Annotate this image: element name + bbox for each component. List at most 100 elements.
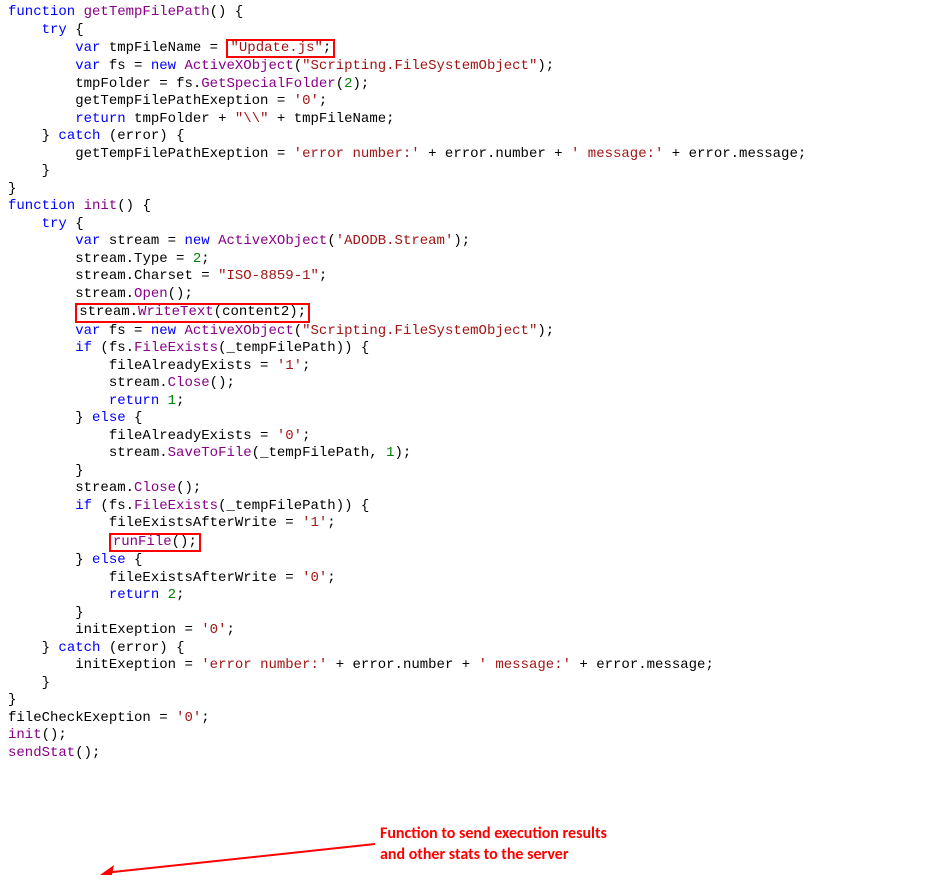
kw-catch: catch xyxy=(58,128,100,144)
str-backslash: "\\" xyxy=(235,111,269,127)
fn-ActiveXObject: ActiveXObject xyxy=(185,58,294,74)
highlight-box-writetext: stream.WriteText(content2); xyxy=(75,303,310,322)
kw-return: return xyxy=(75,111,125,127)
ident-fileAlreadyExists: fileAlreadyExists xyxy=(109,428,252,444)
annotation-line1: Function to send execution results xyxy=(380,824,607,845)
ident-error: error xyxy=(353,657,395,673)
ident-tmpFileName: tmpFileName xyxy=(109,40,201,56)
ident-tmpFolder: tmpFolder xyxy=(75,76,151,92)
ident-error: error xyxy=(117,128,159,144)
highlight-box-update-js: "Update.js"; xyxy=(226,39,335,58)
fn-SaveToFile: SaveToFile xyxy=(168,445,252,461)
ident-fs: fs xyxy=(109,58,126,74)
fn-init-call: init xyxy=(8,727,42,743)
str-fso: "Scripting.FileSystemObject" xyxy=(302,323,537,339)
kw-function: function xyxy=(8,198,75,214)
ident-stream: stream xyxy=(79,304,129,320)
num-2: 2 xyxy=(344,76,352,92)
num-2: 2 xyxy=(168,587,176,603)
ident-stream: stream xyxy=(75,251,125,267)
ident-error: error xyxy=(596,657,638,673)
ident-fs: fs xyxy=(176,76,193,92)
prop-number: number xyxy=(495,146,545,162)
prop-Charset: Charset xyxy=(134,268,193,284)
ident-error: error xyxy=(117,640,159,656)
prop-Type: Type xyxy=(134,251,168,267)
kw-var: var xyxy=(75,323,100,339)
fn-GetSpecialFolder: GetSpecialFolder xyxy=(201,76,335,92)
kw-var: var xyxy=(75,40,100,56)
ident-fileExistsAfterWrite: fileExistsAfterWrite xyxy=(109,570,277,586)
kw-else: else xyxy=(92,410,126,426)
str-zero: '0' xyxy=(277,428,302,444)
num-2: 2 xyxy=(193,251,201,267)
str-one: '1' xyxy=(277,358,302,374)
ident-getTempFilePathExeption: getTempFilePathExeption xyxy=(75,93,268,109)
kw-var: var xyxy=(75,233,100,249)
annotation-line2: and other stats to the server xyxy=(380,845,607,866)
ident-fileAlreadyExists: fileAlreadyExists xyxy=(109,358,252,374)
ident-initExeption: initExeption xyxy=(75,622,176,638)
str-one: '1' xyxy=(302,515,327,531)
ident-initExeption: initExeption xyxy=(75,657,176,673)
ident-tmpFileName: tmpFileName xyxy=(294,111,386,127)
kw-new: new xyxy=(151,323,176,339)
ident-stream: stream xyxy=(109,445,159,461)
str-error-number: 'error number:' xyxy=(294,146,420,162)
fn-sendStat-call: sendStat xyxy=(8,745,75,761)
fn-FileExists: FileExists xyxy=(134,340,218,356)
kw-var: var xyxy=(75,58,100,74)
str-zero: '0' xyxy=(176,710,201,726)
ident-stream: stream xyxy=(75,286,125,302)
kw-if: if xyxy=(75,498,92,514)
prop-number: number xyxy=(403,657,453,673)
ident-fs: fs xyxy=(109,323,126,339)
annotation-arrow xyxy=(100,840,390,880)
num-1: 1 xyxy=(386,445,394,461)
kw-else: else xyxy=(92,552,126,568)
code-block: function getTempFilePath() { try { var t… xyxy=(8,4,939,762)
kw-new: new xyxy=(151,58,176,74)
ident-tempFilePath: _tempFilePath xyxy=(260,445,369,461)
str-update-js: "Update.js" xyxy=(230,40,322,56)
str-zero: '0' xyxy=(302,570,327,586)
kw-try: try xyxy=(42,216,67,232)
ident-tempFilePath: _tempFilePath xyxy=(226,340,335,356)
ident-content2: content2 xyxy=(222,304,289,320)
annotation-text: Function to send execution results and o… xyxy=(380,824,607,866)
fn-WriteText: WriteText xyxy=(138,304,214,320)
kw-function: function xyxy=(8,4,75,20)
ident-error: error xyxy=(689,146,731,162)
str-zero: '0' xyxy=(201,622,226,638)
str-error-number: 'error number:' xyxy=(201,657,327,673)
str-adodb: 'ADODB.Stream' xyxy=(336,233,454,249)
ident-tempFilePath: _tempFilePath xyxy=(226,498,335,514)
ident-stream: stream xyxy=(109,375,159,391)
ident-stream: stream xyxy=(109,233,159,249)
fn-init: init xyxy=(84,198,118,214)
fn-ActiveXObject: ActiveXObject xyxy=(185,323,294,339)
str-fso: "Scripting.FileSystemObject" xyxy=(302,58,537,74)
str-zero: '0' xyxy=(294,93,319,109)
highlight-box-runfile: runFile(); xyxy=(109,533,201,552)
fn-ActiveXObject: ActiveXObject xyxy=(218,233,327,249)
fn-Open: Open xyxy=(134,286,168,302)
str-iso: "ISO-8859-1" xyxy=(218,268,319,284)
fn-Close: Close xyxy=(134,480,176,496)
ident-fs: fs xyxy=(109,340,126,356)
kw-if: if xyxy=(75,340,92,356)
ident-fileCheckExeption: fileCheckExeption xyxy=(8,710,151,726)
str-message: ' message:' xyxy=(571,146,663,162)
kw-try: try xyxy=(42,22,67,38)
prop-message: message xyxy=(647,657,706,673)
ident-fs: fs xyxy=(109,498,126,514)
ident-tmpFolder: tmpFolder xyxy=(134,111,210,127)
ident-stream: stream xyxy=(75,480,125,496)
fn-getTempFilePath: getTempFilePath xyxy=(84,4,210,20)
fn-Close: Close xyxy=(168,375,210,391)
str-message: ' message:' xyxy=(479,657,571,673)
num-1: 1 xyxy=(168,393,176,409)
prop-message: message xyxy=(739,146,798,162)
ident-stream: stream xyxy=(75,268,125,284)
fn-FileExists: FileExists xyxy=(134,498,218,514)
